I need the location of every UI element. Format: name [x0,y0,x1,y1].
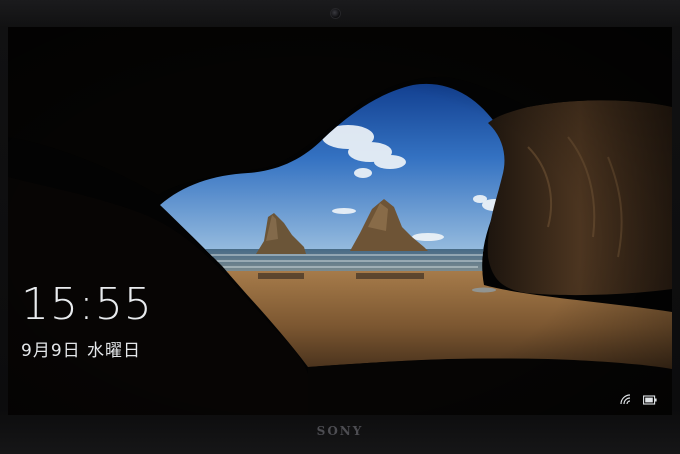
laptop-frame: 15:55 9月9日 水曜日 SONY [0,0,680,454]
sony-logo: SONY [316,424,364,438]
lock-screen[interactable]: 15:55 9月9日 水曜日 [8,27,672,415]
battery-icon [643,394,657,405]
webcam [331,9,340,18]
status-tray [620,394,657,405]
wifi-icon [620,394,631,405]
lock-screen-time: 15:55 [21,279,153,330]
lock-screen-date: 9月9日 水曜日 [21,341,142,361]
